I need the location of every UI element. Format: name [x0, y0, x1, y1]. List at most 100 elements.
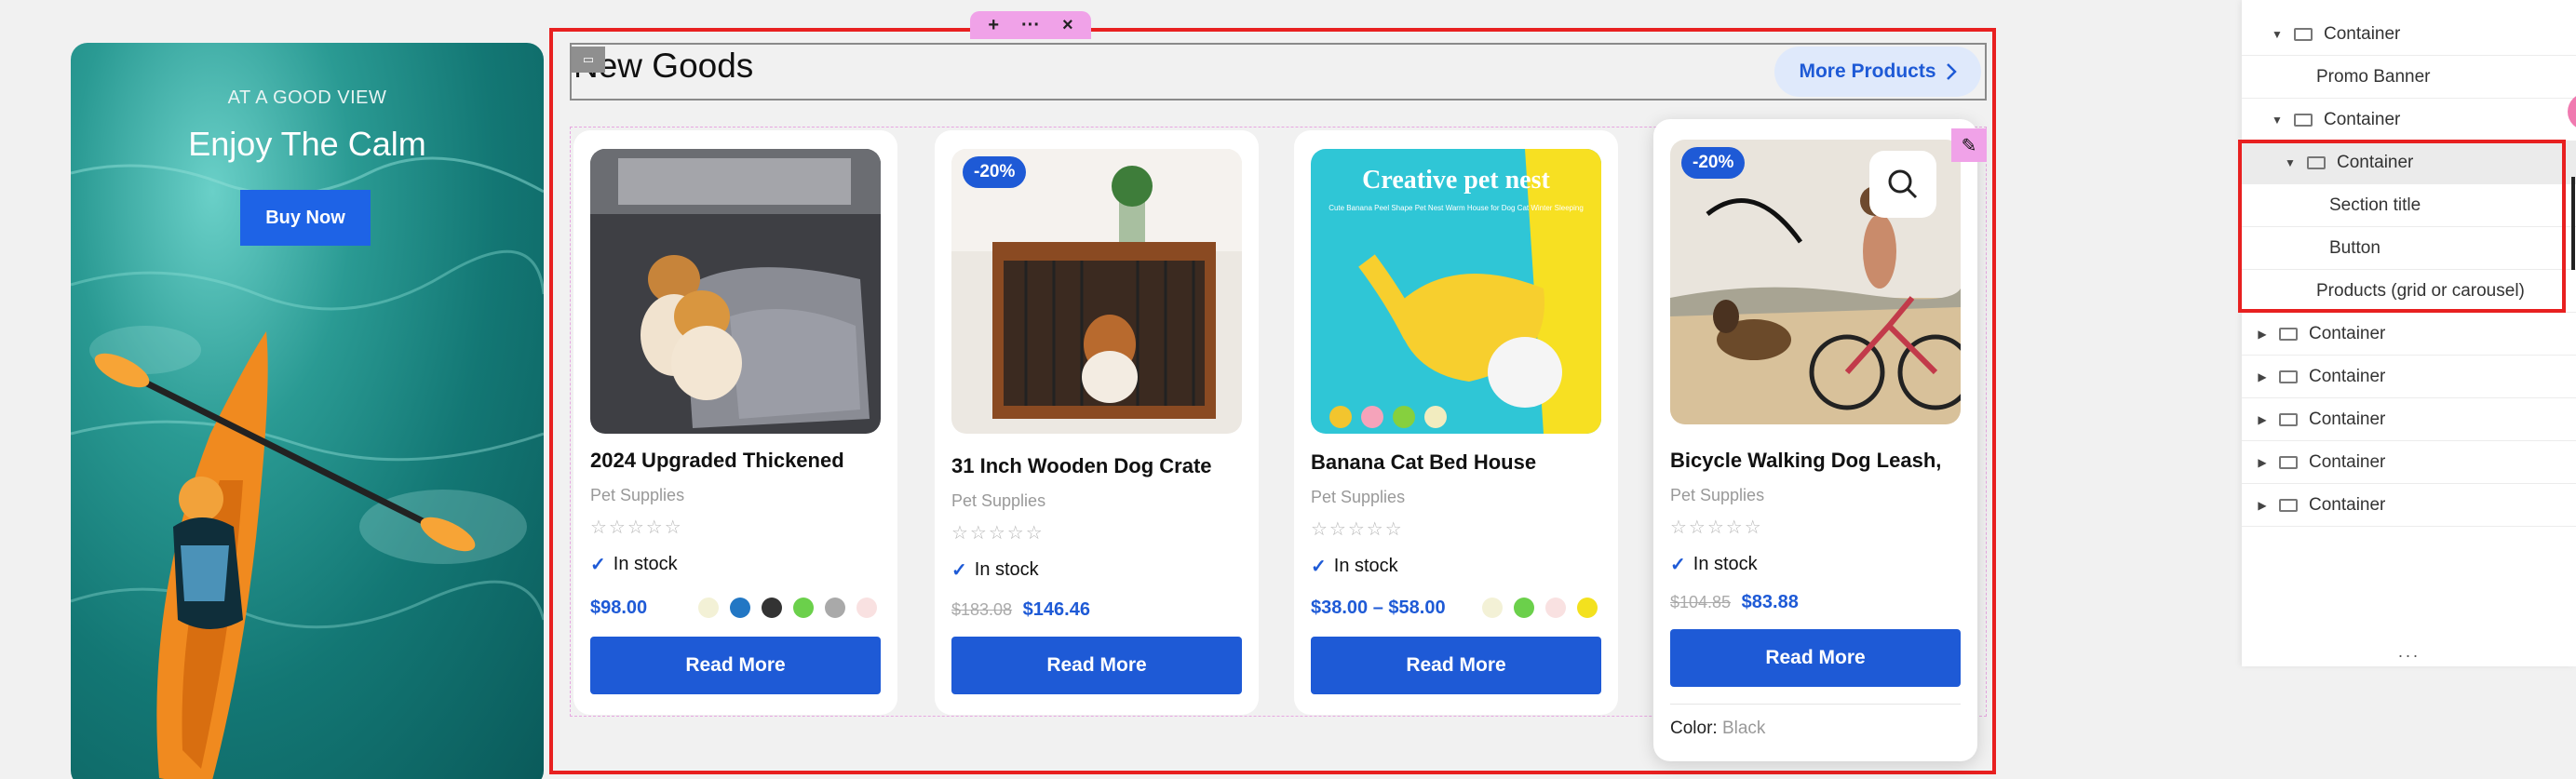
color-swatch[interactable] [793, 598, 814, 618]
color-swatch[interactable] [730, 598, 750, 618]
promo-eyebrow: AT A GOOD VIEW [227, 87, 387, 108]
read-more-button[interactable]: Read More [951, 637, 1242, 694]
caret-right-icon[interactable]: ▶ [2255, 328, 2270, 341]
caret-right-icon[interactable]: ▶ [2255, 413, 2270, 426]
navigator-item[interactable]: ▶ Container [2242, 484, 2576, 527]
stock-label: In stock [974, 559, 1039, 580]
caret-down-icon[interactable]: ▼ [2270, 114, 2285, 127]
more-products-button[interactable]: More Products [1774, 47, 1981, 97]
discount-badge: -20% [963, 156, 1027, 188]
product-category[interactable]: Pet Supplies [1670, 486, 1764, 505]
color-swatch[interactable] [1482, 598, 1503, 618]
navigator-item[interactable]: ▶ Container [2242, 398, 2576, 441]
product-category[interactable]: Pet Supplies [1311, 488, 1405, 507]
container-icon [2279, 455, 2298, 469]
navigator-item-label: Container [2309, 494, 2386, 515]
product-title[interactable]: 2024 Upgraded Thickened [590, 449, 844, 473]
image-subtext: Cute Banana Peel Shape Pet Nest Warm Hou… [1328, 204, 1584, 212]
navigator-item-label: Container [2309, 323, 2386, 343]
caret-right-icon[interactable]: ▶ [2255, 499, 2270, 512]
stock-status: ✓ In stock [1311, 555, 1398, 578]
navigator-item[interactable]: ▶ Container [2242, 441, 2576, 484]
more-products-label: More Products [1799, 60, 1936, 82]
stock-status: ✓ In stock [951, 558, 1039, 582]
navigator-more-icon[interactable]: ··· [2242, 646, 2576, 665]
product-card[interactable]: -20% Bicycle Walking Dog Leash, Pet Supp… [1653, 119, 1977, 761]
image-headline: Creative pet nest [1362, 166, 1550, 195]
quick-view-button[interactable] [1869, 151, 1936, 218]
element-toolbar: + ··· × [970, 11, 1091, 39]
navigator-scrollbar[interactable] [2571, 177, 2575, 270]
container-icon [2279, 369, 2298, 383]
search-icon [1888, 169, 1918, 199]
product-card[interactable]: 2024 Upgraded Thickened Pet Supplies ☆☆☆… [573, 130, 897, 715]
stock-status: ✓ In stock [590, 553, 678, 576]
check-icon: ✓ [951, 560, 967, 581]
navigator-item[interactable]: ▼ Container [2242, 13, 2576, 56]
current-price: $98.00 [590, 598, 648, 618]
product-image[interactable]: Creative pet nest Cute Banana Peel Shape… [1311, 149, 1601, 434]
navigator-item-label: Container [2309, 366, 2386, 386]
stock-status: ✓ In stock [1670, 553, 1758, 576]
element-options-icon[interactable]: ··· [1021, 15, 1040, 36]
navigator-panel: ▼ Container Promo Banner ▼ Container ▼ Contain… [2242, 0, 2576, 666]
stock-label: In stock [1693, 554, 1758, 574]
color-swatch[interactable] [1545, 598, 1566, 618]
color-swatch[interactable] [856, 598, 877, 618]
edit-pencil-icon[interactable]: ✎ [1951, 128, 1987, 162]
read-more-button[interactable]: Read More [1311, 637, 1601, 694]
rating-stars: ☆☆☆☆☆ [1670, 517, 1763, 538]
product-title[interactable]: 31 Inch Wooden Dog Crate [951, 454, 1212, 478]
navigator-item[interactable]: Promo Banner [2242, 56, 2576, 99]
divider [1670, 704, 1961, 705]
product-card[interactable]: -20% 31 Inch Wooden Dog Crate Pet Suppli… [935, 130, 1259, 715]
product-category[interactable]: Pet Supplies [590, 486, 684, 505]
container-icon [2294, 27, 2313, 41]
product-title[interactable]: Bicycle Walking Dog Leash, [1670, 449, 1941, 473]
promo-banner: AT A GOOD VIEW Enjoy The Calm Buy Now [71, 43, 544, 779]
delete-element-icon[interactable]: × [1062, 15, 1073, 36]
navigator-item-label: Container [2309, 409, 2386, 429]
caret-down-icon[interactable]: ▼ [2270, 28, 2285, 41]
color-swatch[interactable] [1514, 598, 1534, 618]
buy-now-button[interactable]: Buy Now [240, 190, 371, 246]
rating-stars: ☆☆☆☆☆ [590, 517, 683, 538]
color-swatch[interactable] [762, 598, 782, 618]
product-price: $104.85 $83.88 [1670, 592, 1799, 613]
color-label: Color: [1670, 719, 1718, 738]
product-image[interactable] [590, 149, 881, 434]
product-price: $98.00 [590, 598, 647, 619]
product-title[interactable]: Banana Cat Bed House [1311, 450, 1536, 475]
navigator-selection-outline [2238, 140, 2566, 313]
variant-color: Color: Black [1670, 719, 1765, 739]
read-more-button[interactable]: Read More [1670, 629, 1961, 687]
caret-right-icon[interactable]: ▶ [2255, 456, 2270, 469]
color-swatch[interactable] [825, 598, 845, 618]
container-handle-icon[interactable]: ▭ [572, 47, 605, 73]
caret-right-icon[interactable]: ▶ [2255, 370, 2270, 383]
navigator-item-label: Container [2309, 451, 2386, 472]
container-icon [2294, 113, 2313, 127]
rating-stars: ☆☆☆☆☆ [951, 523, 1045, 544]
navigator-item-label: Container [2324, 109, 2401, 129]
promo-title: Enjoy The Calm [188, 125, 426, 163]
current-price: $38.00 – $58.00 [1311, 598, 1446, 618]
color-swatch[interactable] [1577, 598, 1598, 618]
navigator-item[interactable]: ▶ Container [2242, 313, 2576, 356]
navigator-item[interactable]: ▶ Container [2242, 356, 2576, 398]
navigator-item[interactable]: ▼ Container [2242, 99, 2576, 141]
container-icon [2279, 412, 2298, 426]
stock-label: In stock [1333, 556, 1398, 576]
add-element-icon[interactable]: + [988, 15, 999, 36]
product-card[interactable]: Creative pet nest Cute Banana Peel Shape… [1294, 130, 1618, 715]
chevron-right-icon [1946, 63, 1957, 80]
product-image[interactable] [951, 149, 1242, 434]
product-category[interactable]: Pet Supplies [951, 491, 1045, 511]
container-icon [2279, 498, 2298, 512]
container-icon [2279, 327, 2298, 341]
read-more-button[interactable]: Read More [590, 637, 881, 694]
color-swatches [698, 598, 877, 618]
color-swatches [1482, 598, 1598, 618]
color-swatch[interactable] [698, 598, 719, 618]
color-value: Black [1721, 719, 1766, 738]
